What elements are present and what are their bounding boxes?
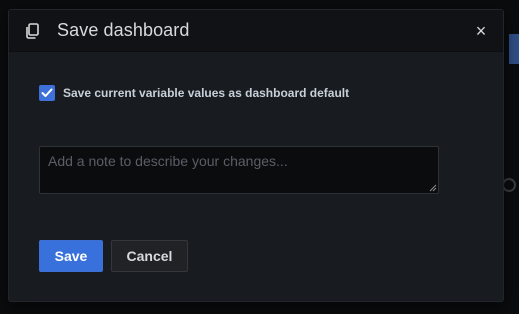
checkmark-icon [41, 88, 53, 97]
background-panel-strip [509, 34, 519, 64]
background-refresh-icon [502, 178, 516, 192]
save-button[interactable]: Save [39, 240, 103, 272]
modal-title: Save dashboard [57, 20, 190, 40]
save-variables-checkbox[interactable] [39, 85, 55, 101]
resize-handle-icon[interactable] [429, 184, 437, 192]
modal-header: Save dashboard × [9, 10, 503, 52]
modal-body: Save current variable values as dashboar… [9, 52, 503, 302]
save-variables-option[interactable]: Save current variable values as dashboar… [39, 85, 349, 101]
copy-icon [25, 22, 39, 39]
save-dashboard-modal: Save dashboard × Save current variable v… [8, 9, 504, 302]
change-note-textarea[interactable] [39, 146, 439, 194]
save-variables-label: Save current variable values as dashboar… [63, 86, 350, 100]
cancel-button[interactable]: Cancel [111, 240, 188, 272]
modal-actions: Save Cancel [39, 240, 188, 272]
close-icon[interactable]: × [473, 22, 489, 40]
